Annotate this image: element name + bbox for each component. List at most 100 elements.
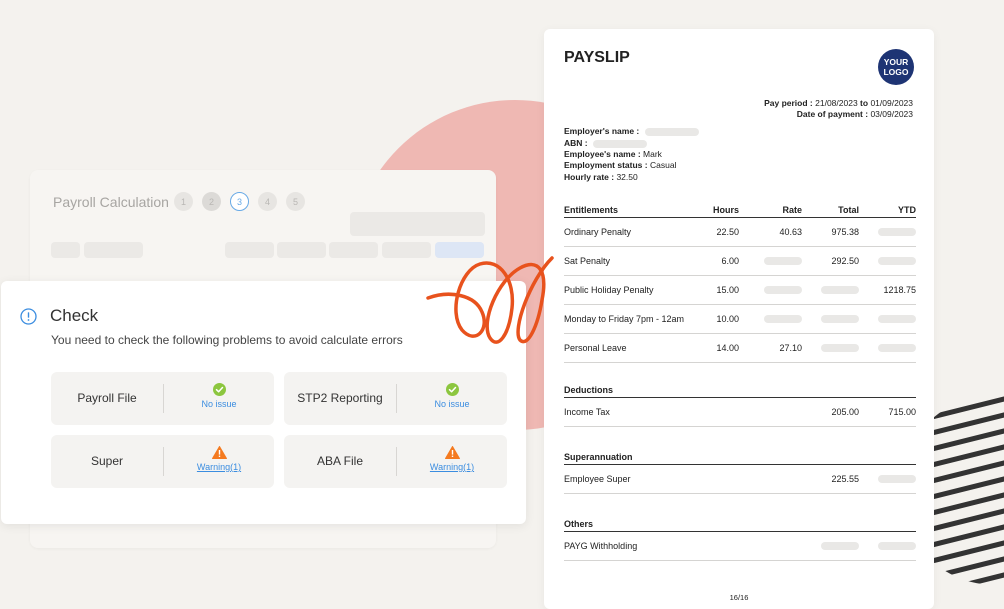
others-header: Others	[564, 517, 916, 532]
check-card-name: ABA File	[316, 454, 364, 468]
table-row: Ordinary Penalty 22.50 40.63 975.38	[564, 218, 916, 247]
check-card-status: No issue	[164, 383, 274, 409]
check-card-stp2-reporting[interactable]: STP2 Reporting No issue	[284, 372, 507, 425]
check-card-name: STP2 Reporting	[297, 391, 383, 405]
column-header: YTD	[898, 205, 916, 215]
row-name: Ordinary Penalty	[564, 227, 632, 237]
deductions-table: Deductions Income Tax 205.00 715.00	[564, 383, 916, 427]
warning-icon	[211, 446, 227, 459]
placeholder-bar	[350, 212, 485, 236]
check-card-name: Payroll File	[77, 391, 137, 405]
section-header: Deductions	[564, 385, 614, 395]
status-label: No issue	[201, 399, 237, 409]
pay-period-label: Pay period :	[764, 98, 813, 108]
warning-link[interactable]: Warning(1)	[164, 462, 274, 472]
row-total	[802, 315, 859, 323]
redacted-placeholder	[878, 475, 916, 483]
check-card-payroll-file[interactable]: Payroll File No issue	[51, 372, 274, 425]
pay-period-to: 01/09/2023	[870, 98, 913, 108]
placeholder-bar	[51, 242, 80, 258]
row-hours: 6.00	[721, 256, 739, 266]
row-total	[802, 542, 859, 550]
row-hours: 14.00	[716, 343, 739, 353]
date-of-payment-value: 03/09/2023	[870, 109, 913, 119]
column-header: Total	[838, 205, 859, 215]
info-icon	[20, 308, 37, 325]
abn-label: ABN :	[564, 138, 588, 148]
row-name: Income Tax	[564, 407, 610, 417]
redacted-placeholder	[764, 286, 802, 294]
row-rate	[739, 257, 802, 265]
section-header: Others	[564, 519, 594, 529]
row-name: Monday to Friday 7pm - 12am	[564, 314, 685, 324]
superannuation-header: Superannuation	[564, 450, 916, 465]
employee-name: Employee's name : Mark	[564, 149, 662, 159]
row-hours: 15.00	[716, 285, 739, 295]
check-card-super[interactable]: Super Warning(1)	[51, 435, 274, 488]
pay-period-from: 21/08/2023	[815, 98, 858, 108]
superannuation-table: Superannuation Employee Super 225.55	[564, 450, 916, 494]
table-row: Income Tax 205.00 715.00	[564, 398, 916, 427]
step-1[interactable]: 1	[174, 192, 193, 211]
step-3[interactable]: 3	[230, 192, 249, 211]
row-total: 975.38	[831, 227, 859, 237]
redacted-placeholder	[821, 344, 859, 352]
employment-status: Employment status : Casual	[564, 160, 676, 170]
row-total: 205.00	[831, 407, 859, 417]
employer-name-label: Employer's name :	[564, 126, 640, 136]
date-of-payment-label: Date of payment :	[796, 109, 869, 119]
logo-text-line-2: LOGO	[883, 67, 909, 77]
page-number: 16/16	[729, 593, 749, 602]
redacted-placeholder	[878, 344, 916, 352]
row-ytd	[859, 475, 916, 483]
step-5[interactable]: 5	[286, 192, 305, 211]
check-circle-icon	[445, 383, 459, 396]
pay-period-to-word: to	[860, 98, 869, 108]
row-ytd	[859, 542, 916, 550]
hourly-rate-value: 32.50	[616, 172, 638, 182]
row-ytd	[859, 315, 916, 323]
table-row: Personal Leave 14.00 27.10	[564, 334, 916, 363]
section-header: Superannuation	[564, 452, 633, 462]
redacted-placeholder	[878, 542, 916, 550]
row-name: Employee Super	[564, 474, 631, 484]
row-rate	[739, 315, 802, 323]
abn: ABN :	[564, 138, 647, 148]
redacted-placeholder	[878, 228, 916, 236]
placeholder-bar	[225, 242, 274, 258]
step-2[interactable]: 2	[202, 192, 221, 211]
row-ytd	[859, 257, 916, 265]
warning-link[interactable]: Warning(1)	[397, 462, 507, 472]
redacted-placeholder	[764, 315, 802, 323]
row-total: 292.50	[831, 256, 859, 266]
row-ytd: 1218.75	[883, 285, 916, 295]
redacted-placeholder	[592, 139, 647, 148]
company-logo: YOUR LOGO	[878, 49, 914, 85]
check-card-status: Warning(1)	[397, 446, 507, 472]
row-total	[802, 286, 859, 294]
pay-period: Pay period : 21/08/2023 to 01/09/2023	[764, 98, 913, 108]
redacted-placeholder	[764, 257, 802, 265]
employee-name-value: Mark	[643, 149, 662, 159]
entitlements-table: Entitlements Hours Rate Total YTD Ordina…	[564, 203, 916, 363]
redacted-placeholder	[821, 286, 859, 294]
redacted-placeholder	[878, 315, 916, 323]
row-total: 225.55	[831, 474, 859, 484]
column-header: Rate	[782, 205, 802, 215]
payroll-calculation-title: Payroll Calculation	[53, 194, 169, 210]
table-row: Public Holiday Penalty 15.00 1218.75	[564, 276, 916, 305]
check-card-aba-file[interactable]: ABA File Warning(1)	[284, 435, 507, 488]
warning-icon	[444, 446, 460, 459]
redacted-placeholder	[821, 315, 859, 323]
placeholder-bar	[277, 242, 326, 258]
row-rate: 27.10	[779, 343, 802, 353]
row-name: PAYG Withholding	[564, 541, 638, 551]
step-4[interactable]: 4	[258, 192, 277, 211]
status-label: No issue	[434, 399, 470, 409]
check-circle-icon	[212, 383, 226, 396]
employee-name-label: Employee's name :	[564, 149, 641, 159]
column-header: Hours	[712, 205, 739, 215]
check-description: You need to check the following problems…	[51, 333, 403, 347]
check-title: Check	[50, 306, 99, 325]
row-total	[802, 344, 859, 352]
